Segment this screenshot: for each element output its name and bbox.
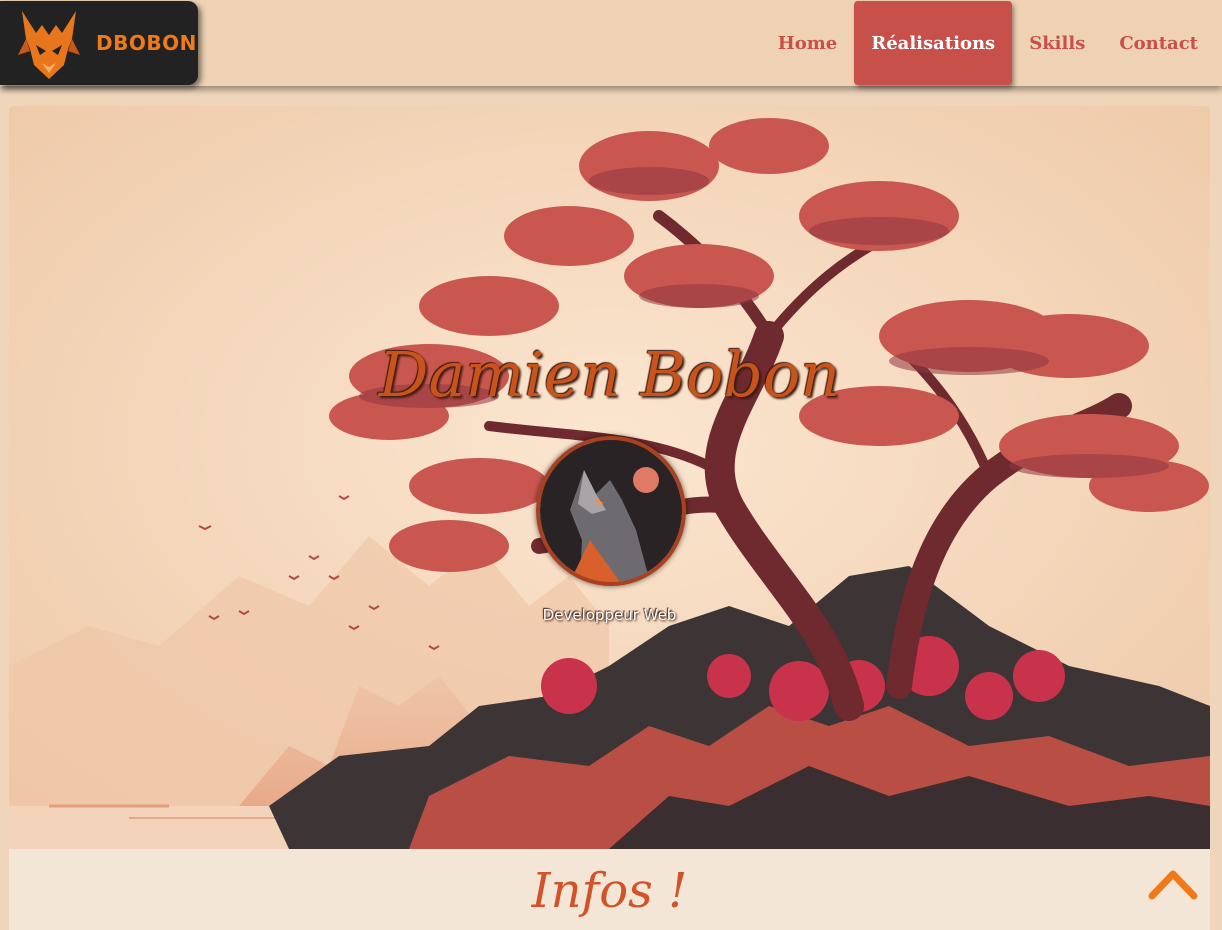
infos-title: Infos !	[531, 863, 688, 919]
hero-section: Damien Bobon Developpeur Web	[9, 106, 1210, 849]
hero-title: Damien Bobon	[378, 338, 841, 411]
site-header: DBOBON Home Réalisations Skills Contact	[0, 0, 1222, 86]
chevron-up-icon[interactable]	[1148, 866, 1198, 902]
nav-contact[interactable]: Contact	[1102, 0, 1222, 86]
nav-realisations[interactable]: Réalisations	[854, 1, 1013, 85]
nav-skills[interactable]: Skills	[1012, 0, 1102, 86]
fox-logo-icon	[18, 11, 80, 79]
infos-section: Infos !	[9, 849, 1210, 930]
nav-home[interactable]: Home	[761, 0, 855, 86]
wolf-avatar-icon	[536, 436, 686, 586]
brand-name: DBOBON	[96, 31, 197, 55]
brand-logo-link[interactable]: DBOBON	[0, 1, 198, 85]
main-nav: Home Réalisations Skills Contact	[761, 0, 1222, 86]
hero-subtitle: Developpeur Web	[542, 606, 677, 624]
